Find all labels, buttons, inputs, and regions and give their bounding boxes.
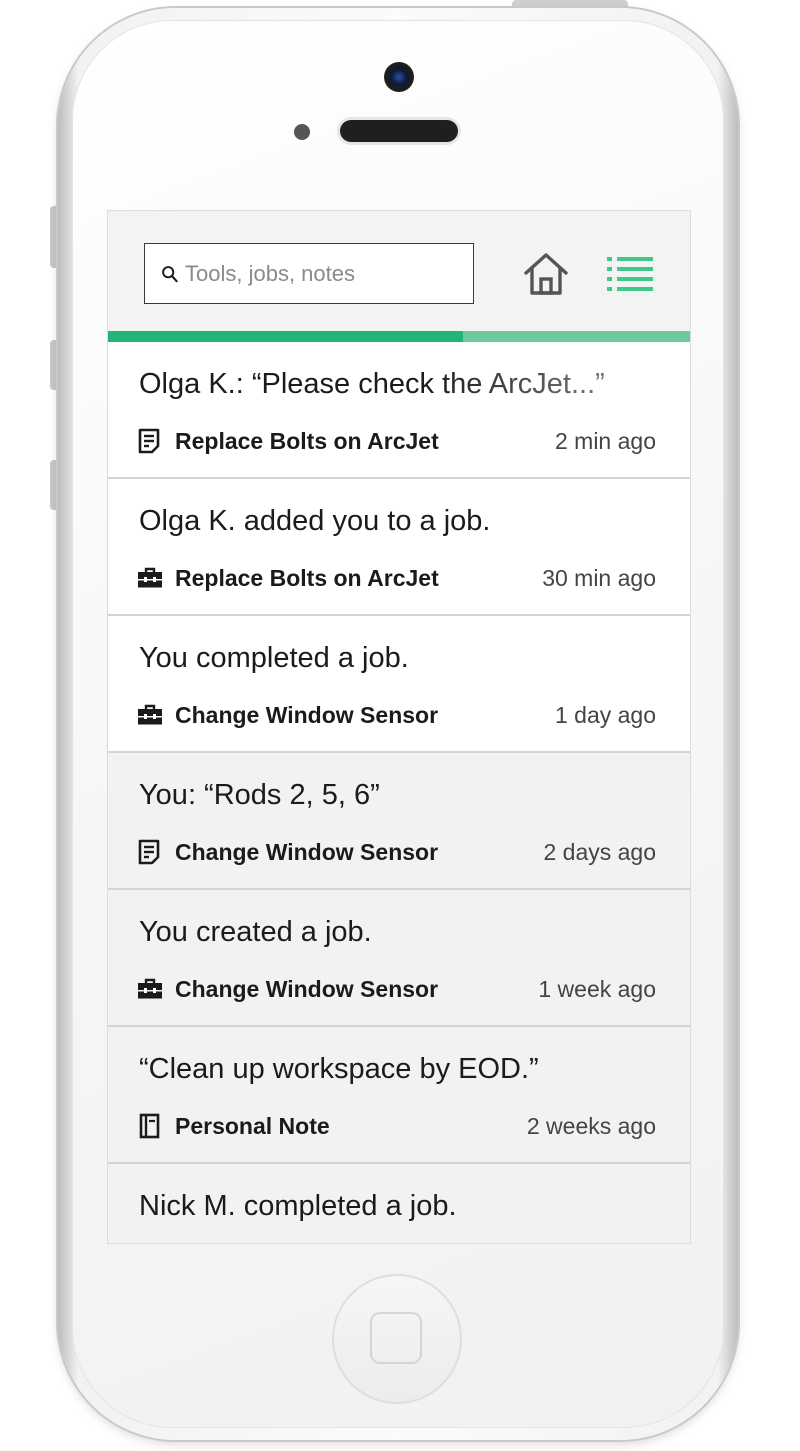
home-icon[interactable] <box>522 249 570 297</box>
feed-item-message: “Clean up workspace by EOD.” <box>139 1053 539 1085</box>
feed-item-time: 2 days ago <box>543 838 656 865</box>
feed-item[interactable]: “Clean up workspace by EOD.” Personal No… <box>108 1027 690 1164</box>
feed-item-time: 2 weeks ago <box>526 1112 656 1139</box>
home-hardware-button[interactable] <box>332 1274 462 1404</box>
feed-item-message: You created a job. <box>139 916 372 948</box>
feed-item-time: 1 day ago <box>554 701 656 728</box>
toolbox-icon <box>137 702 163 728</box>
search-icon <box>162 265 178 282</box>
feed-item[interactable]: Olga K.: “Please check the ArcJet...” Re… <box>108 342 690 479</box>
progress-bar <box>108 331 690 342</box>
feed-item-time: 1 week ago <box>538 975 656 1002</box>
progress-fill <box>108 331 464 342</box>
feed-item[interactable]: You created a job. Change Window Sensor … <box>108 890 690 1027</box>
home-button-square <box>370 1312 422 1364</box>
feed-item-message: Olga K.: “Please check the ArcJet...” <box>139 368 605 400</box>
feed-item-job: Replace Bolts on ArcJet <box>175 564 439 591</box>
feed-item-message: Olga K. added you to a job. <box>139 505 491 537</box>
feed-item-time: 30 min ago <box>542 564 656 591</box>
feed-item-meta: Change Window Sensor 2 days ago <box>137 837 656 867</box>
feed-item-meta: Personal Note 2 weeks ago <box>137 1111 656 1141</box>
notebook-icon <box>137 1113 163 1139</box>
proximity-sensor <box>294 124 310 140</box>
feed-item-meta: Change Window Sensor 1 week ago <box>137 974 656 1004</box>
feed-item-job: Personal Note <box>175 1112 330 1139</box>
feed-item-job: Change Window Sensor <box>175 701 439 728</box>
app-screen: Olga K.: “Please check the ArcJet...” Re… <box>107 210 691 1244</box>
header <box>108 211 690 331</box>
activity-feed: Olga K.: “Please check the ArcJet...” Re… <box>108 342 690 1243</box>
feed-item[interactable]: Olga K. added you to a job. Replace Bolt… <box>108 479 690 616</box>
front-camera <box>384 62 414 92</box>
feed-item-message: Nick M. completed a job. <box>139 1190 457 1222</box>
feed-item-meta: Replace Bolts on ArcJet 30 min ago <box>137 563 656 593</box>
list-icon[interactable] <box>607 255 653 293</box>
search-box[interactable] <box>144 243 474 304</box>
feed-item-meta: Change Window Sensor 1 day ago <box>137 700 656 730</box>
feed-item-meta: Replace Bolts on ArcJet 2 min ago <box>137 426 656 456</box>
feed-item-time: 2 min ago <box>554 427 656 454</box>
toolbox-icon <box>137 565 163 591</box>
note-icon <box>137 428 163 454</box>
feed-item-message: You completed a job. <box>139 642 409 674</box>
feed-item-job: Change Window Sensor <box>175 838 439 865</box>
feed-item-job: Replace Bolts on ArcJet <box>175 427 439 454</box>
earpiece-speaker <box>340 120 458 142</box>
feed-item[interactable]: Nick M. completed a job. <box>108 1164 690 1243</box>
note-icon <box>137 839 163 865</box>
feed-item[interactable]: You completed a job. Change Window Senso… <box>108 616 690 753</box>
toolbox-icon <box>137 976 163 1002</box>
feed-item-job: Change Window Sensor <box>175 975 439 1002</box>
feed-item-message: You: “Rods 2, 5, 6” <box>139 779 380 811</box>
feed-item[interactable]: You: “Rods 2, 5, 6” Change Window Sensor… <box>108 753 690 890</box>
power-button <box>512 0 628 8</box>
search-input[interactable] <box>185 253 473 294</box>
